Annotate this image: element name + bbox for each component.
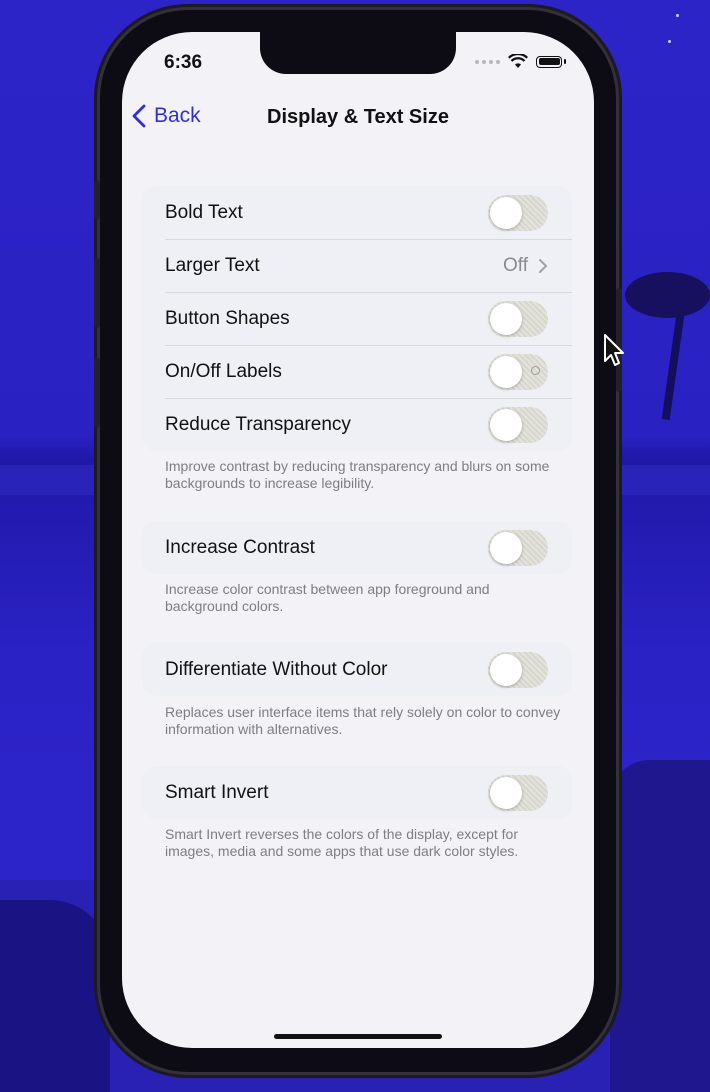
row-larger-text[interactable]: Larger Text Off	[142, 239, 572, 292]
toggle-knob	[490, 408, 522, 441]
footnote-increase-contrast: Increase color contrast between app fore…	[165, 581, 490, 614]
footnote-differentiate-without-color: Replaces user interface items that rely …	[165, 704, 561, 737]
row-reduce-transparency: Reduce Transparency	[142, 398, 572, 451]
smart-invert-toggle[interactable]	[488, 774, 548, 811]
row-differentiate-without-color: Differentiate Without Color	[142, 643, 572, 696]
volume-up-button	[94, 258, 100, 328]
row-label: Increase Contrast	[165, 536, 315, 558]
off-ring-icon	[531, 365, 540, 375]
status-indicators	[475, 54, 566, 69]
volume-down-button	[94, 358, 100, 428]
row-smart-invert: Smart Invert	[142, 766, 572, 819]
toggle-knob	[490, 302, 522, 335]
differentiate-without-color-toggle[interactable]	[488, 651, 548, 688]
background-star	[668, 40, 671, 43]
toggle-knob	[490, 653, 522, 686]
increase-contrast-toggle[interactable]	[488, 529, 548, 566]
row-value: Off	[503, 254, 528, 276]
settings-group-contrast: Increase Contrast	[142, 521, 572, 574]
silent-switch	[94, 180, 100, 220]
toggle-knob	[490, 355, 522, 388]
page-title: Display & Text Size	[267, 106, 449, 128]
row-label: Reduce Transparency	[165, 413, 351, 435]
row-label: Bold Text	[165, 201, 243, 223]
footnote-reduce-transparency: Improve contrast by reducing transparenc…	[165, 458, 550, 491]
row-label: Differentiate Without Color	[165, 658, 388, 680]
home-indicator[interactable]	[274, 1034, 442, 1039]
row-on-off-labels: On/Off Labels	[142, 345, 572, 398]
row-label: On/Off Labels	[165, 360, 282, 382]
background-rock-left	[0, 900, 110, 1092]
background-star	[676, 14, 679, 17]
battery-icon	[536, 55, 562, 68]
background-tree-canopy	[625, 272, 710, 318]
mouse-pointer-icon	[604, 334, 624, 366]
wifi-icon	[508, 54, 528, 68]
battery-tip	[564, 59, 566, 64]
settings-group-text: Bold Text Larger Text Off Button Shapes …	[142, 186, 572, 451]
row-label: Button Shapes	[165, 307, 290, 329]
bold-text-toggle[interactable]	[488, 194, 548, 231]
on-off-labels-toggle[interactable]	[488, 353, 548, 390]
notch	[260, 32, 456, 74]
toggle-knob	[490, 531, 522, 564]
status-time: 6:36	[164, 52, 203, 73]
row-bold-text: Bold Text	[142, 186, 572, 239]
row-increase-contrast: Increase Contrast	[142, 521, 572, 574]
reduce-transparency-toggle[interactable]	[488, 406, 548, 443]
toggle-knob	[490, 196, 522, 229]
signal-icon	[475, 59, 500, 64]
background-rock-right	[610, 760, 710, 1092]
button-shapes-toggle[interactable]	[488, 300, 548, 337]
background-tree-trunk	[661, 300, 687, 420]
row-label: Smart Invert	[165, 781, 269, 803]
row-label: Larger Text	[165, 254, 260, 276]
row-button-shapes: Button Shapes	[142, 292, 572, 345]
settings-group-differentiate: Differentiate Without Color	[142, 643, 572, 696]
phone-screen: 6:36 Back Display & Text Size Bold Text …	[122, 32, 594, 1048]
chevron-right-icon	[539, 258, 547, 273]
toggle-knob	[490, 776, 522, 809]
settings-group-smart-invert: Smart Invert	[142, 766, 572, 819]
footnote-smart-invert: Smart Invert reverses the colors of the …	[165, 826, 519, 859]
